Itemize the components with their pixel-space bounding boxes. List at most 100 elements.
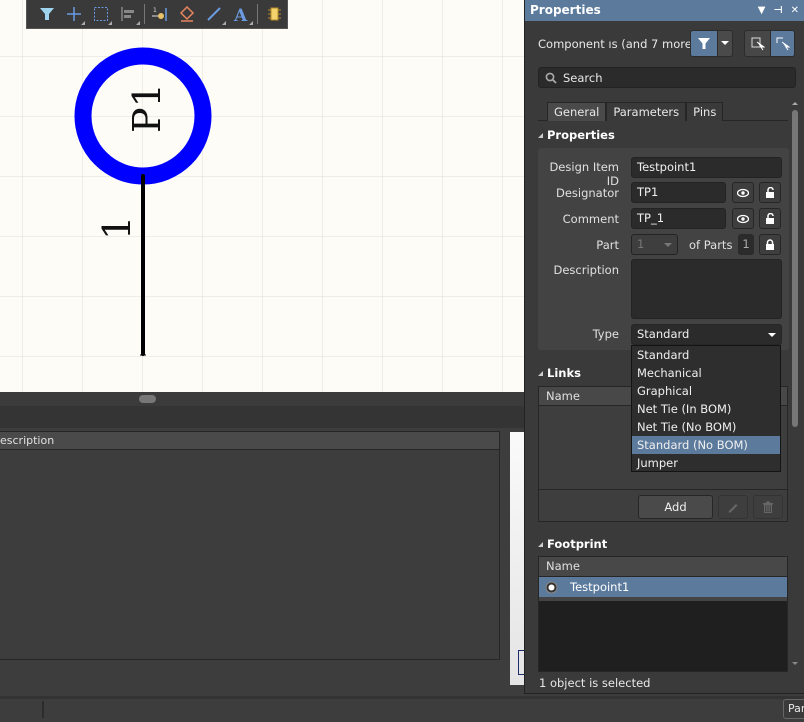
filter-button[interactable] — [33, 1, 60, 27]
part-lock-button[interactable] — [759, 234, 781, 255]
tab-parameters[interactable]: Parameters — [606, 102, 687, 121]
comment-visibility-button[interactable] — [732, 208, 754, 229]
place-text-button[interactable]: A — [228, 1, 255, 27]
section-properties-header[interactable]: Properties — [538, 128, 615, 142]
part-value: 1 — [637, 237, 645, 251]
canvas-horizontal-scrollbar[interactable] — [0, 392, 524, 406]
chevron-down-icon — [664, 243, 672, 247]
eye-icon — [737, 214, 749, 223]
design-item-id-field[interactable]: Testpoint1 — [631, 157, 782, 178]
place-pin-icon: 1 — [152, 7, 167, 21]
type-option[interactable]: Jumper — [632, 454, 780, 472]
move-button[interactable] — [60, 1, 87, 27]
section-footprint-header[interactable]: Footprint — [538, 537, 607, 551]
of-parts-label: of Parts — [689, 238, 733, 252]
type-dropdown[interactable]: Standard — [631, 324, 782, 345]
preview-strip — [510, 432, 524, 685]
unlock-icon — [766, 212, 774, 224]
select-rect-icon — [93, 7, 108, 21]
description-field[interactable] — [631, 259, 782, 319]
place-component-button[interactable] — [260, 1, 287, 27]
schematic-canvas[interactable]: P1 1 1 A — [0, 0, 524, 392]
status-separator — [42, 701, 44, 718]
align-button[interactable] — [114, 1, 141, 27]
tab-general[interactable]: General — [547, 102, 607, 121]
section-title: Footprint — [547, 537, 608, 551]
type-option[interactable]: Graphical — [632, 382, 780, 400]
footprint-name: Testpoint1 — [570, 580, 630, 594]
selection-filter-button[interactable] — [690, 30, 718, 57]
comment-field[interactable]: TP_1 — [631, 208, 726, 229]
footprint-column-name[interactable]: Name — [539, 557, 787, 577]
collapse-icon — [538, 133, 543, 138]
active-bar: 1 A — [26, 0, 288, 29]
design-item-id-label: Design Item ID — [549, 160, 619, 188]
type-option[interactable]: Mechanical — [632, 364, 780, 382]
type-option[interactable]: Net Tie (No BOM) — [632, 418, 780, 436]
type-option-highlighted[interactable]: Standard (No BOM) — [632, 436, 780, 454]
bottom-panel-table[interactable]: escription — [0, 431, 500, 660]
scrollbar-thumb[interactable] — [792, 110, 798, 427]
tab-pins[interactable]: Pins — [686, 102, 724, 121]
component-graphic[interactable]: P1 1 — [0, 0, 524, 392]
designator-lock-button[interactable] — [759, 182, 781, 203]
toolbar-separator — [143, 4, 145, 24]
scroll-down-icon[interactable] — [792, 662, 798, 665]
designator-text: P1 — [125, 83, 169, 133]
column-header-description[interactable]: escription — [0, 432, 499, 450]
comment-label: Comment — [562, 212, 619, 226]
place-pin-button[interactable]: 1 — [146, 1, 173, 27]
status-bar — [0, 696, 804, 722]
type-label-wrap: Type — [538, 327, 619, 343]
selection-summary: Component ıs (and 7 more) — [538, 37, 697, 51]
align-icon — [121, 7, 134, 21]
of-parts-value: 1 — [738, 234, 754, 255]
pin-panel-icon[interactable]: ⊣ — [773, 0, 782, 21]
filter-dropdown-button[interactable] — [718, 30, 733, 57]
footprint-row[interactable]: Testpoint1 — [539, 577, 787, 601]
panel-title: Properties — [530, 3, 601, 17]
scroll-up-icon[interactable] — [792, 102, 798, 105]
select-mode-inside-button[interactable] — [744, 30, 771, 57]
panels-button[interactable]: Panels — [783, 699, 804, 719]
close-icon[interactable]: ✕ — [791, 0, 799, 21]
unlock-icon — [766, 186, 774, 198]
submenu-indicator — [108, 21, 113, 25]
design-item-id-label-wrap: Design Item ID — [538, 160, 619, 188]
bottom-panel: escription — [0, 428, 510, 696]
part-label: Part — [596, 238, 619, 252]
part-label-wrap: Part — [538, 238, 619, 254]
type-option[interactable]: Standard — [632, 346, 780, 364]
select-mode-touching-button[interactable] — [771, 30, 795, 57]
filter-icon — [39, 8, 54, 20]
filter-icon — [698, 38, 710, 49]
submenu-indicator — [221, 21, 226, 25]
scrollbar-thumb[interactable] — [139, 395, 156, 403]
place-line-button[interactable] — [201, 1, 228, 27]
type-option[interactable]: Net Tie (In BOM) — [632, 400, 780, 418]
part-select: 1 — [631, 234, 678, 255]
toolbar-separator — [256, 4, 258, 24]
comment-lock-button[interactable] — [759, 208, 781, 229]
select-button[interactable] — [87, 1, 114, 27]
description-label: Description — [553, 263, 620, 277]
properties-vertical-scrollbar[interactable] — [791, 102, 799, 427]
component-icon — [267, 7, 281, 21]
properties-title-bar[interactable]: Properties ▼ ⊣ ✕ — [525, 0, 804, 21]
svg-text:A: A — [233, 6, 248, 22]
add-link-button[interactable]: Add — [638, 495, 713, 519]
footprint-table: Name Testpoint1 — [538, 556, 788, 672]
designator-visibility-button[interactable] — [732, 182, 754, 203]
radio-selected-icon[interactable] — [545, 581, 558, 594]
trash-icon — [763, 501, 773, 513]
edit-link-button[interactable] — [718, 495, 748, 519]
select-inside-icon — [751, 37, 765, 50]
chevron-down-icon — [721, 41, 729, 45]
search-input[interactable]: Search — [538, 67, 796, 88]
place-parameter-button[interactable] — [174, 1, 201, 27]
delete-link-button[interactable] — [753, 495, 783, 519]
designator-field[interactable]: TP1 — [631, 182, 726, 203]
section-links-header[interactable]: Links — [538, 366, 581, 380]
submenu-indicator — [81, 21, 86, 25]
panel-menu-icon[interactable]: ▼ — [758, 0, 766, 21]
